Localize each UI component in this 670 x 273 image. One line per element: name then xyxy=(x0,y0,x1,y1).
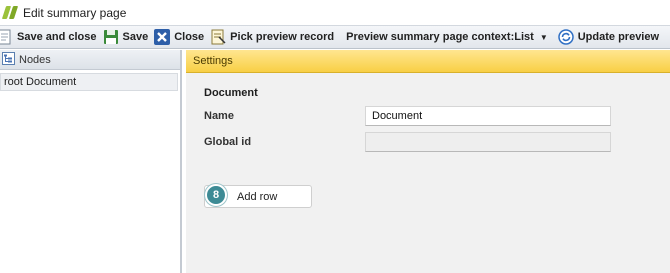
settings-panel: Settings Document Name Global id Add row… xyxy=(186,50,670,273)
nodes-panel-header: Nodes xyxy=(0,50,180,70)
floppy-disk-icon xyxy=(103,29,119,45)
preview-context-dropdown[interactable]: Preview summary page context:List ▼ xyxy=(343,26,551,48)
app-logo-icon xyxy=(1,4,19,22)
close-button[interactable]: Close xyxy=(151,26,207,48)
tree-nodes-icon xyxy=(2,51,15,68)
pick-preview-record-label: Pick preview record xyxy=(230,31,335,43)
name-field[interactable] xyxy=(365,106,611,126)
settings-header: Settings xyxy=(186,50,670,73)
global-id-field[interactable] xyxy=(365,132,611,152)
toolbar: Save and close Save Close Pick preview r… xyxy=(0,25,670,49)
tree-node-label: root Document xyxy=(4,76,77,88)
refresh-icon xyxy=(557,29,574,45)
global-id-label: Global id xyxy=(204,136,252,148)
step-number-badge: 8 xyxy=(205,184,227,206)
name-label: Name xyxy=(204,110,234,122)
title-bar: Edit summary page xyxy=(0,0,670,25)
save-and-close-label: Save and close xyxy=(17,31,97,43)
close-label: Close xyxy=(174,31,205,43)
pick-preview-record-button[interactable]: Pick preview record xyxy=(207,26,337,48)
update-preview-button[interactable]: Update preview xyxy=(555,26,662,48)
close-icon xyxy=(154,29,171,45)
preview-context-label: Preview summary page context:List xyxy=(346,31,534,43)
caret-down-icon: ▼ xyxy=(539,32,548,42)
document-save-icon xyxy=(0,29,13,45)
pick-record-icon xyxy=(210,29,226,45)
save-label: Save xyxy=(122,31,149,43)
nodes-header-label: Nodes xyxy=(19,53,51,66)
add-row-label: Add row xyxy=(237,190,278,203)
nodes-panel: Nodes root Document xyxy=(0,50,182,273)
save-button[interactable]: Save xyxy=(100,26,152,48)
update-preview-label: Update preview xyxy=(577,31,660,43)
section-title: Document xyxy=(204,87,258,99)
save-and-close-button[interactable]: Save and close xyxy=(0,26,100,48)
tree-node-root-document[interactable]: root Document xyxy=(0,73,178,91)
window-title: Edit summary page xyxy=(23,5,127,20)
